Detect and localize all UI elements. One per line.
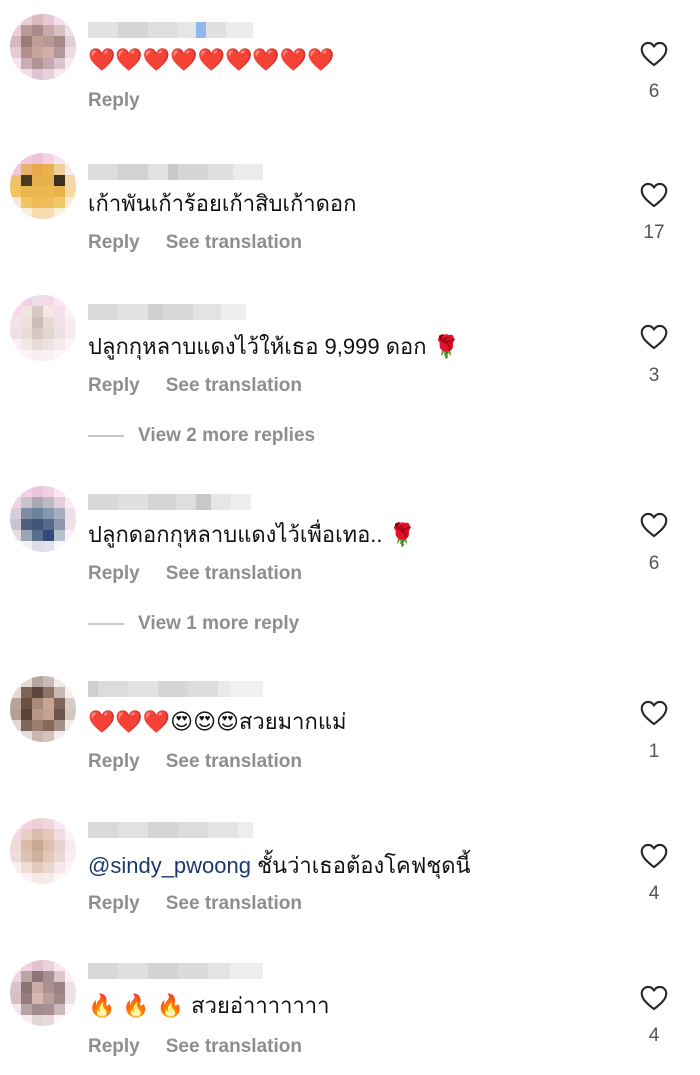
username[interactable] xyxy=(88,822,263,838)
mention-link[interactable]: @sindy_pwoong xyxy=(88,853,251,878)
like-count: 6 xyxy=(648,553,660,574)
comment-text: ปลูกดอกกุหลาบแดงไว้เพื่อเทอ.. 🌹 xyxy=(88,522,417,547)
comment-body: ชั้นว่าเธอต้องโคฟชุดนี้ xyxy=(251,853,471,878)
avatar[interactable] xyxy=(10,676,76,742)
heart-outline-icon[interactable] xyxy=(640,41,668,67)
heart-outline-icon[interactable] xyxy=(640,700,668,726)
like-count: 4 xyxy=(648,1025,660,1046)
heart-outline-icon[interactable] xyxy=(640,182,668,208)
reply-button[interactable]: Reply xyxy=(88,232,140,253)
heart-outline-icon[interactable] xyxy=(640,985,668,1011)
like-count: 3 xyxy=(648,365,660,386)
reply-button[interactable]: Reply xyxy=(88,1036,140,1057)
username[interactable] xyxy=(88,164,263,180)
reply-button[interactable]: Reply xyxy=(88,751,140,772)
avatar[interactable] xyxy=(10,14,76,80)
like-count: 4 xyxy=(648,883,660,904)
divider-line xyxy=(88,435,124,437)
reply-button[interactable]: Reply xyxy=(88,893,140,914)
view-more-replies-label: View 1 more reply xyxy=(138,613,300,634)
comment-actions: Reply See translation xyxy=(88,751,302,773)
comment-text: ปลูกกุหลาบแดงไว้ให้เธอ 9,999 ดอก 🌹 xyxy=(88,334,461,359)
see-translation-button[interactable]: See translation xyxy=(166,563,302,584)
username[interactable] xyxy=(88,681,263,697)
comment-actions: Reply See translation xyxy=(88,563,302,585)
like-count: 6 xyxy=(648,81,660,102)
avatar[interactable] xyxy=(10,486,76,552)
see-translation-button[interactable]: See translation xyxy=(166,375,302,396)
username[interactable] xyxy=(88,963,263,979)
view-more-replies-label: View 2 more replies xyxy=(138,425,316,446)
comment-actions: Reply See translation xyxy=(88,232,302,254)
username[interactable] xyxy=(88,494,263,510)
see-translation-button[interactable]: See translation xyxy=(166,1036,302,1057)
comment-text: ❤️❤️❤️❤️❤️❤️❤️❤️❤️ xyxy=(88,48,335,73)
comment-text: 🔥 🔥 🔥 สวยอ่าาาาาาา xyxy=(88,994,330,1019)
reply-button[interactable]: Reply xyxy=(88,90,140,111)
divider-line xyxy=(88,623,124,625)
see-translation-button[interactable]: See translation xyxy=(166,751,302,772)
heart-outline-icon[interactable] xyxy=(640,324,668,350)
like-count: 17 xyxy=(643,222,665,243)
comment-actions: Reply See translation xyxy=(88,375,302,397)
comment-actions: Reply See translation xyxy=(88,893,302,915)
comment-text: เก้าพันเก้าร้อยเก้าสิบเก้าดอก xyxy=(88,191,357,216)
see-translation-button[interactable]: See translation xyxy=(166,893,302,914)
comment-text: @sindy_pwoong ชั้นว่าเธอต้องโคฟชุดนี้ xyxy=(88,851,471,881)
avatar[interactable] xyxy=(10,153,76,219)
avatar[interactable] xyxy=(10,818,76,884)
view-more-replies[interactable]: View 1 more reply xyxy=(88,613,299,635)
comment-actions: Reply See translation xyxy=(88,1036,302,1058)
avatar[interactable] xyxy=(10,960,76,1026)
avatar[interactable] xyxy=(10,295,76,361)
heart-outline-icon[interactable] xyxy=(640,512,668,538)
reply-button[interactable]: Reply xyxy=(88,563,140,584)
see-translation-button[interactable]: See translation xyxy=(166,232,302,253)
like-count: 1 xyxy=(648,741,660,762)
comment-text: ❤️❤️❤️😍😍😍สวยมากแม่ xyxy=(88,710,347,735)
comment-actions: Reply xyxy=(88,90,166,112)
reply-button[interactable]: Reply xyxy=(88,375,140,396)
username[interactable] xyxy=(88,22,263,38)
username[interactable] xyxy=(88,304,263,320)
heart-outline-icon[interactable] xyxy=(640,843,668,869)
view-more-replies[interactable]: View 2 more replies xyxy=(88,425,315,447)
